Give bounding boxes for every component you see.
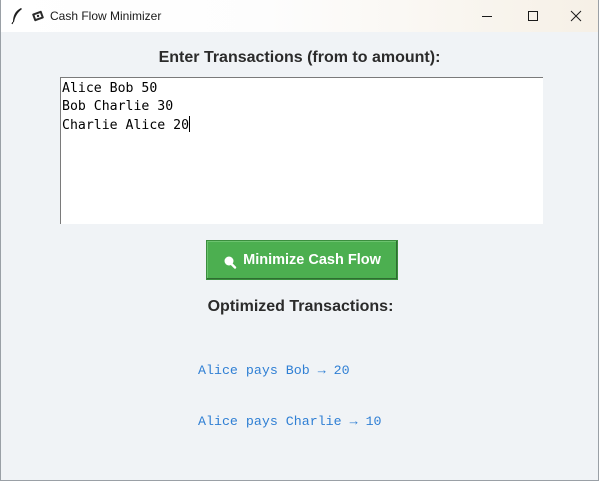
- transactions-input[interactable]: Alice Bob 50 Bob Charlie 30 Charlie Alic…: [60, 77, 543, 224]
- transaction-line-2: Bob Charlie 30: [62, 99, 174, 114]
- minimize-icon: [482, 16, 492, 17]
- transaction-line-3: Charlie Alice 20: [62, 118, 190, 133]
- maximize-button[interactable]: [510, 0, 556, 32]
- close-icon: [570, 10, 582, 22]
- input-heading: Enter Transactions (from to amount):: [158, 49, 441, 66]
- results-list: Alice pays Bob → 20 Alice pays Charlie →…: [198, 328, 382, 464]
- close-button[interactable]: [553, 0, 599, 32]
- app-window: Cash Flow Minimizer Enter Transactions (…: [0, 0, 599, 481]
- window-title: Cash Flow Minimizer: [50, 9, 162, 23]
- minimize-cash-flow-button[interactable]: Minimize Cash Flow: [206, 240, 398, 280]
- result-line-1: Alice pays Bob → 20: [198, 363, 350, 378]
- minimize-cash-flow-label: Minimize Cash Flow: [243, 252, 381, 268]
- magnifier-icon: [224, 256, 237, 269]
- text-caret: [189, 116, 191, 132]
- maximize-icon: [528, 11, 538, 21]
- title-bar[interactable]: Cash Flow Minimizer: [1, 0, 598, 32]
- result-line-2: Alice pays Charlie → 10: [198, 414, 382, 429]
- app-icon: [32, 10, 44, 22]
- transaction-line-1: Alice Bob 50: [62, 81, 158, 96]
- feather-icon: [11, 8, 22, 25]
- minimize-button[interactable]: [464, 0, 510, 32]
- results-heading: Optimized Transactions:: [207, 298, 394, 315]
